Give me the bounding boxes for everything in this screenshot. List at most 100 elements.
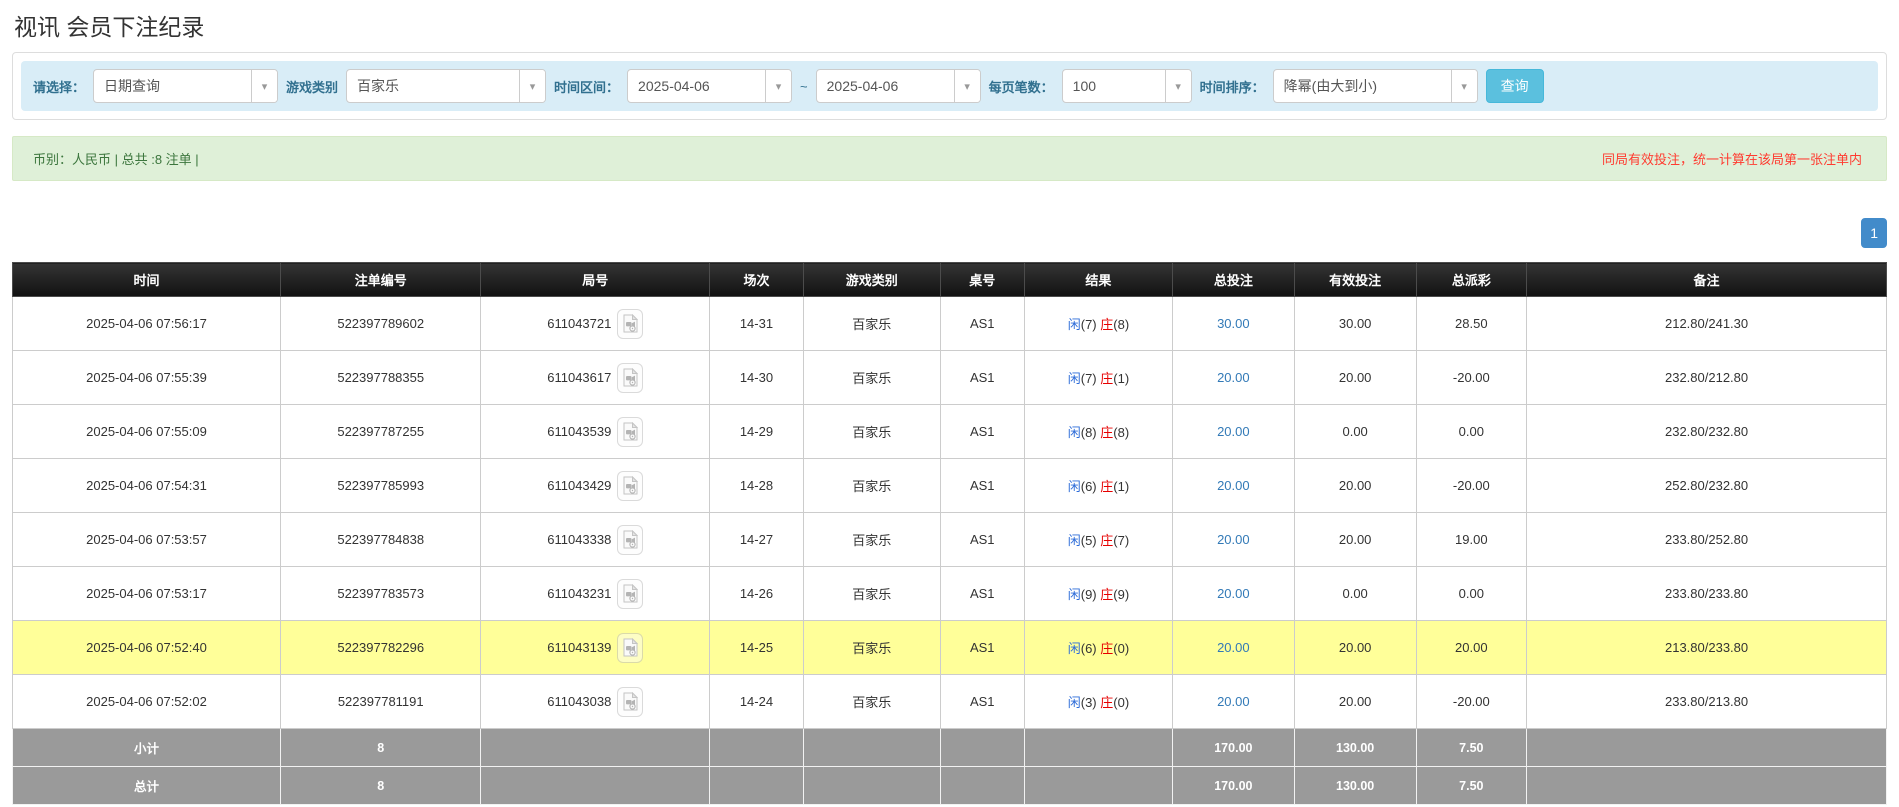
cell-game-type: 百家乐: [802, 296, 941, 351]
cell-total-bet: 20.00: [1171, 620, 1295, 675]
query-type-label: 请选择：: [33, 79, 86, 95]
table-row: 2025-04-06 07:56:17 522397789602 6110437…: [12, 296, 1887, 351]
result-player-score: (8): [1080, 425, 1097, 440]
sort-select[interactable]: 降幂(由大到小) ▾: [1272, 69, 1478, 103]
result-banker-score: (1): [1113, 479, 1130, 494]
result-banker-score: (7): [1113, 533, 1130, 548]
cell-bet-id: 522397787255: [279, 404, 482, 459]
cell-payout: 19.00: [1415, 512, 1528, 567]
total-bet-link[interactable]: 20.00: [1217, 694, 1250, 709]
cell-session: 14-25: [709, 620, 804, 675]
cell-total-bet: 20.00: [1171, 350, 1295, 405]
search-button[interactable]: 查询: [1485, 69, 1544, 103]
total-payout: 7.50: [1415, 766, 1528, 805]
cell-result: 闲(7) 庄(1): [1023, 350, 1173, 405]
cell-session: 14-31: [709, 296, 804, 351]
header-time: 时间: [12, 262, 281, 297]
result-player-score: (7): [1080, 317, 1097, 332]
per-page-label: 每页笔数：: [988, 79, 1054, 95]
total-bet-link[interactable]: 20.00: [1217, 370, 1250, 385]
total-bet-link[interactable]: 20.00: [1217, 424, 1250, 439]
result-player-label: 闲: [1067, 587, 1081, 602]
table-row: 2025-04-06 07:55:09 522397787255 6110435…: [12, 404, 1887, 459]
cell-payout: -20.00: [1415, 674, 1528, 729]
date-from-select[interactable]: 2025-04-06 ▾: [627, 69, 793, 103]
table-row: 2025-04-06 07:52:02 522397781191 6110430…: [12, 674, 1887, 729]
result-player-label: 闲: [1067, 533, 1081, 548]
chevron-down-icon[interactable]: ▾: [765, 70, 792, 102]
cell-result: 闲(8) 庄(8): [1023, 404, 1173, 459]
cell-session: 14-30: [709, 350, 804, 405]
cell-game-type: 百家乐: [802, 566, 941, 621]
cell-table-no: AS1: [939, 620, 1025, 675]
cell-remark: 213.80/233.80: [1526, 620, 1887, 675]
video-replay-icon[interactable]: [617, 416, 644, 447]
video-replay-icon[interactable]: [617, 470, 644, 501]
cell-table-no: AS1: [939, 458, 1025, 513]
total-bet-link[interactable]: 20.00: [1217, 532, 1250, 547]
game-type-value: 百家乐: [357, 78, 400, 94]
video-replay-icon[interactable]: [617, 362, 644, 393]
round-id-text: 611043617: [547, 370, 612, 385]
cell-bet-id: 522397781191: [279, 674, 482, 729]
pagination-page-button[interactable]: 1: [1861, 218, 1887, 248]
round-id-text: 611043139: [547, 640, 612, 655]
cell-result: 闲(3) 庄(0): [1023, 674, 1173, 729]
result-banker-label: 庄: [1100, 641, 1114, 656]
result-banker-score: (0): [1113, 641, 1130, 656]
cell-valid-bet: 0.00: [1293, 404, 1417, 459]
video-replay-icon[interactable]: [617, 686, 644, 717]
query-type-select[interactable]: 日期查询 ▾: [93, 69, 279, 103]
result-banker-score: (0): [1113, 695, 1130, 710]
game-type-label: 游戏类别: [286, 79, 339, 95]
round-id-text: 611043338: [547, 532, 612, 547]
video-replay-icon[interactable]: [617, 308, 644, 339]
chevron-down-icon[interactable]: ▾: [1450, 70, 1477, 102]
sort-value: 降幂(由大到小): [1283, 78, 1377, 94]
chevron-down-icon[interactable]: ▾: [519, 70, 546, 102]
header-session: 场次: [709, 262, 804, 297]
cell-payout: -20.00: [1415, 350, 1528, 405]
result-player-label: 闲: [1067, 479, 1081, 494]
cell-session: 14-26: [709, 566, 804, 621]
date-to-value: 2025-04-06: [826, 78, 899, 94]
cell-session: 14-24: [709, 674, 804, 729]
summary-currency-count: 币别：人民币 | 总共 :8 注单 |: [33, 152, 199, 167]
total-bet-link[interactable]: 20.00: [1217, 586, 1250, 601]
cell-payout: 0.00: [1415, 566, 1528, 621]
page-title: 视讯 会员下注纪录: [14, 14, 205, 40]
result-banker-score: (1): [1113, 371, 1130, 386]
video-replay-icon[interactable]: [617, 632, 644, 663]
result-banker-label: 庄: [1100, 317, 1114, 332]
game-type-select[interactable]: 百家乐 ▾: [346, 69, 547, 103]
chevron-down-icon[interactable]: ▾: [953, 70, 980, 102]
grand-total-row: 总计 8 170.00 130.00 7.50: [12, 766, 1887, 805]
total-bet-link[interactable]: 30.00: [1217, 316, 1250, 331]
chevron-down-icon[interactable]: ▾: [1164, 70, 1191, 102]
round-id-text: 611043038: [547, 694, 612, 709]
result-player-label: 闲: [1067, 641, 1081, 656]
cell-remark: 233.80/213.80: [1526, 674, 1887, 729]
result-player-score: (9): [1080, 587, 1097, 602]
summary-bar: 币别：人民币 | 总共 :8 注单 | 同局有效投注，统一计算在该局第一张注单内: [12, 136, 1887, 181]
cell-payout: 20.00: [1415, 620, 1528, 675]
total-bet-link[interactable]: 20.00: [1217, 640, 1250, 655]
date-to-select[interactable]: 2025-04-06 ▾: [815, 69, 981, 103]
result-player-label: 闲: [1067, 371, 1081, 386]
round-id-text: 611043539: [547, 424, 612, 439]
date-range-label: 时间区间：: [554, 79, 620, 95]
video-replay-icon[interactable]: [617, 524, 644, 555]
summary-note: 同局有效投注，统一计算在该局第一张注单内: [1601, 152, 1862, 167]
cell-remark: 252.80/232.80: [1526, 458, 1887, 513]
per-page-select[interactable]: 100 ▾: [1061, 69, 1192, 103]
chevron-down-icon[interactable]: ▾: [251, 70, 278, 102]
result-banker-score: (8): [1113, 317, 1130, 332]
total-bet-link[interactable]: 20.00: [1217, 478, 1250, 493]
cell-game-type: 百家乐: [802, 404, 941, 459]
result-player-score: (6): [1080, 479, 1097, 494]
cell-time: 2025-04-06 07:53:17: [12, 566, 281, 621]
cell-payout: 28.50: [1415, 296, 1528, 351]
cell-table-no: AS1: [939, 512, 1025, 567]
video-replay-icon[interactable]: [617, 578, 644, 609]
subtotal-total-bet: 170.00: [1171, 728, 1295, 767]
